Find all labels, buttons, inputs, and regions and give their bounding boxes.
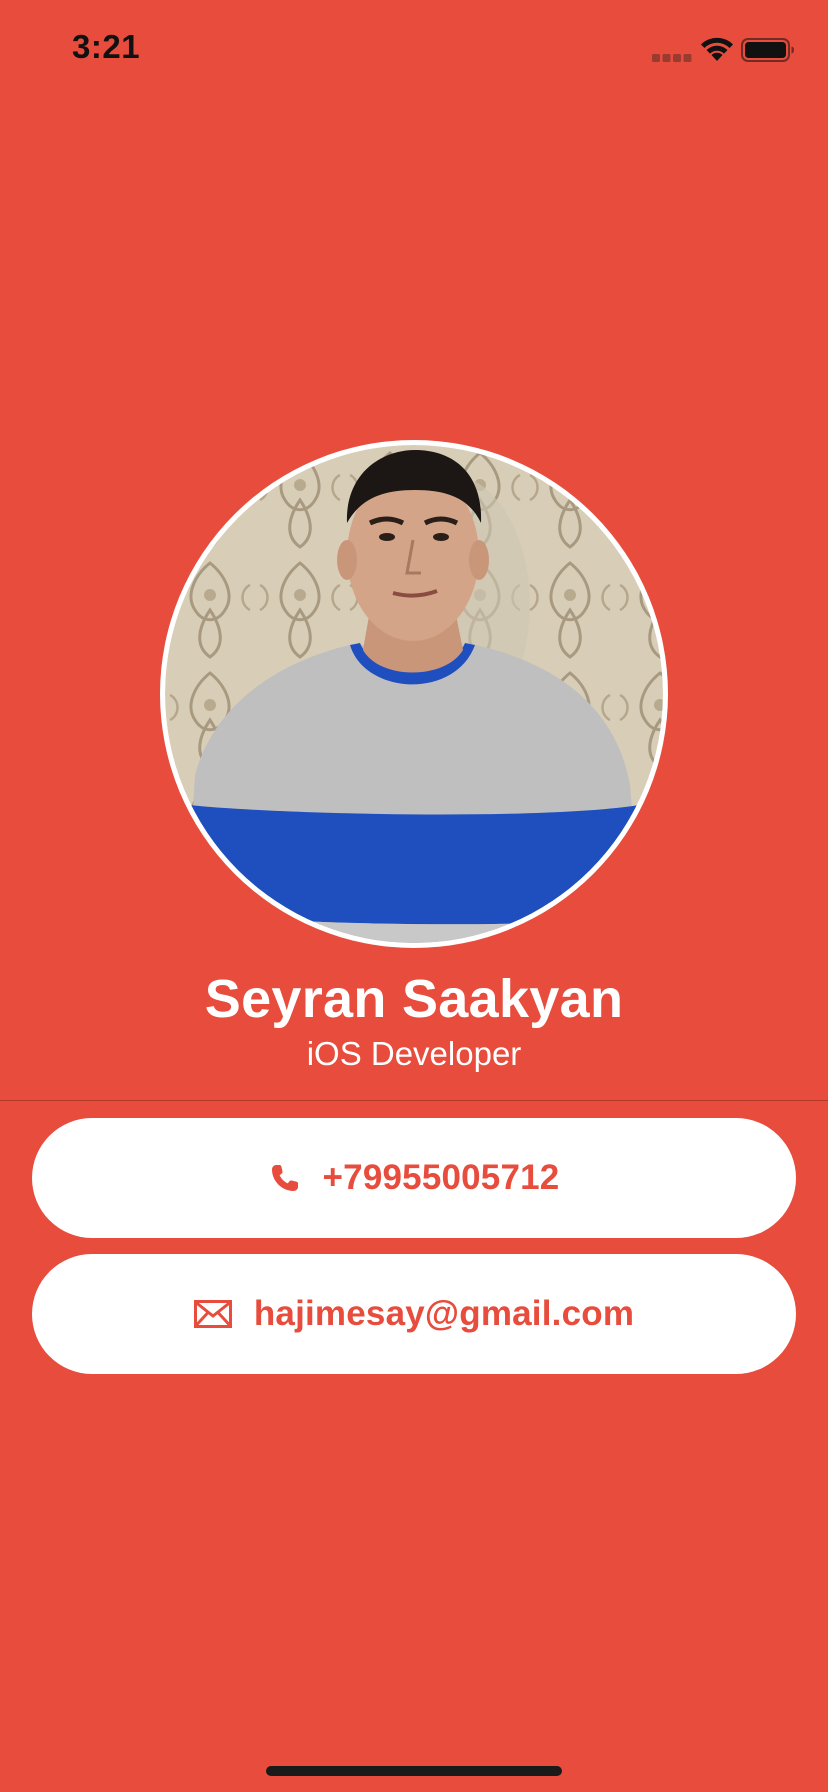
profile-name: Seyran Saakyan: [204, 969, 624, 1029]
phone-contact-button[interactable]: +79955005712: [32, 1118, 796, 1238]
profile-photo: [165, 445, 663, 943]
cellular-signal-icon: [652, 54, 692, 62]
status-time: 3:21: [72, 28, 141, 65]
wifi-icon: [701, 37, 733, 61]
phone-number: +79955005712: [322, 1158, 560, 1197]
status-bar: 3:21: [0, 0, 828, 100]
battery-icon: [741, 38, 794, 62]
email-address: hajimesay@gmail.com: [253, 1294, 635, 1333]
home-indicator[interactable]: [266, 1766, 562, 1776]
envelope-icon: [193, 1300, 232, 1328]
phone-icon: [269, 1162, 301, 1194]
profile-job-title: iOS Developer: [306, 1035, 522, 1072]
profile-avatar: [160, 440, 668, 948]
divider: [0, 1100, 828, 1101]
email-contact-button[interactable]: hajimesay@gmail.com: [32, 1254, 796, 1374]
